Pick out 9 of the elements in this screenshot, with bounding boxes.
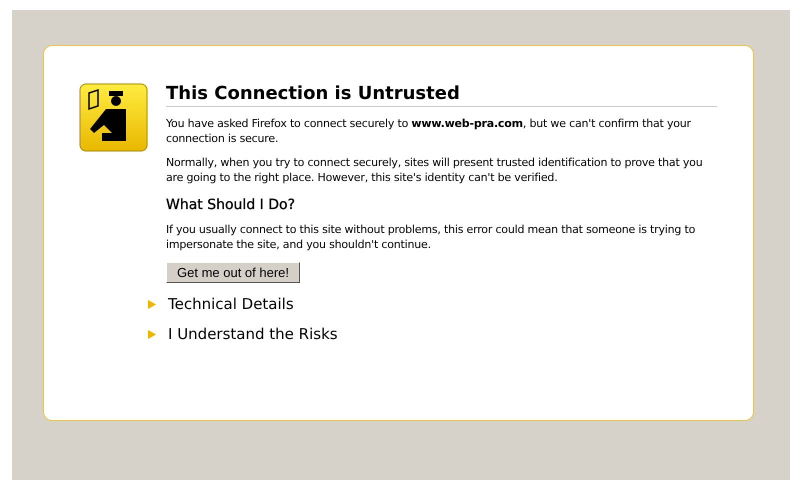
expander-toggle[interactable]: Technical Details <box>168 295 294 313</box>
paragraph: You have asked Firefox to connect securely to www.web-pra.com, but we can't confirm that your connection is secure. <box>166 116 692 146</box>
get-out-button[interactable]: Get me out of here! <box>166 262 300 283</box>
page-title: This Connection is Untrusted <box>166 83 717 107</box>
officer-icon <box>79 83 148 152</box>
section-heading: What Should I Do? <box>166 197 296 213</box>
paragraph: Normally, when you try to connect securely, sites will present trusted identification to prove that you are going to the right place. However, this site's identity can't be verified. <box>166 155 704 185</box>
paragraph: If you usually connect to this site without problems, this error could mean that someone is trying to impersonate the site, and you shouldn't continue. <box>166 222 696 252</box>
expander-toggle[interactable]: I Understand the Risks <box>168 325 338 343</box>
